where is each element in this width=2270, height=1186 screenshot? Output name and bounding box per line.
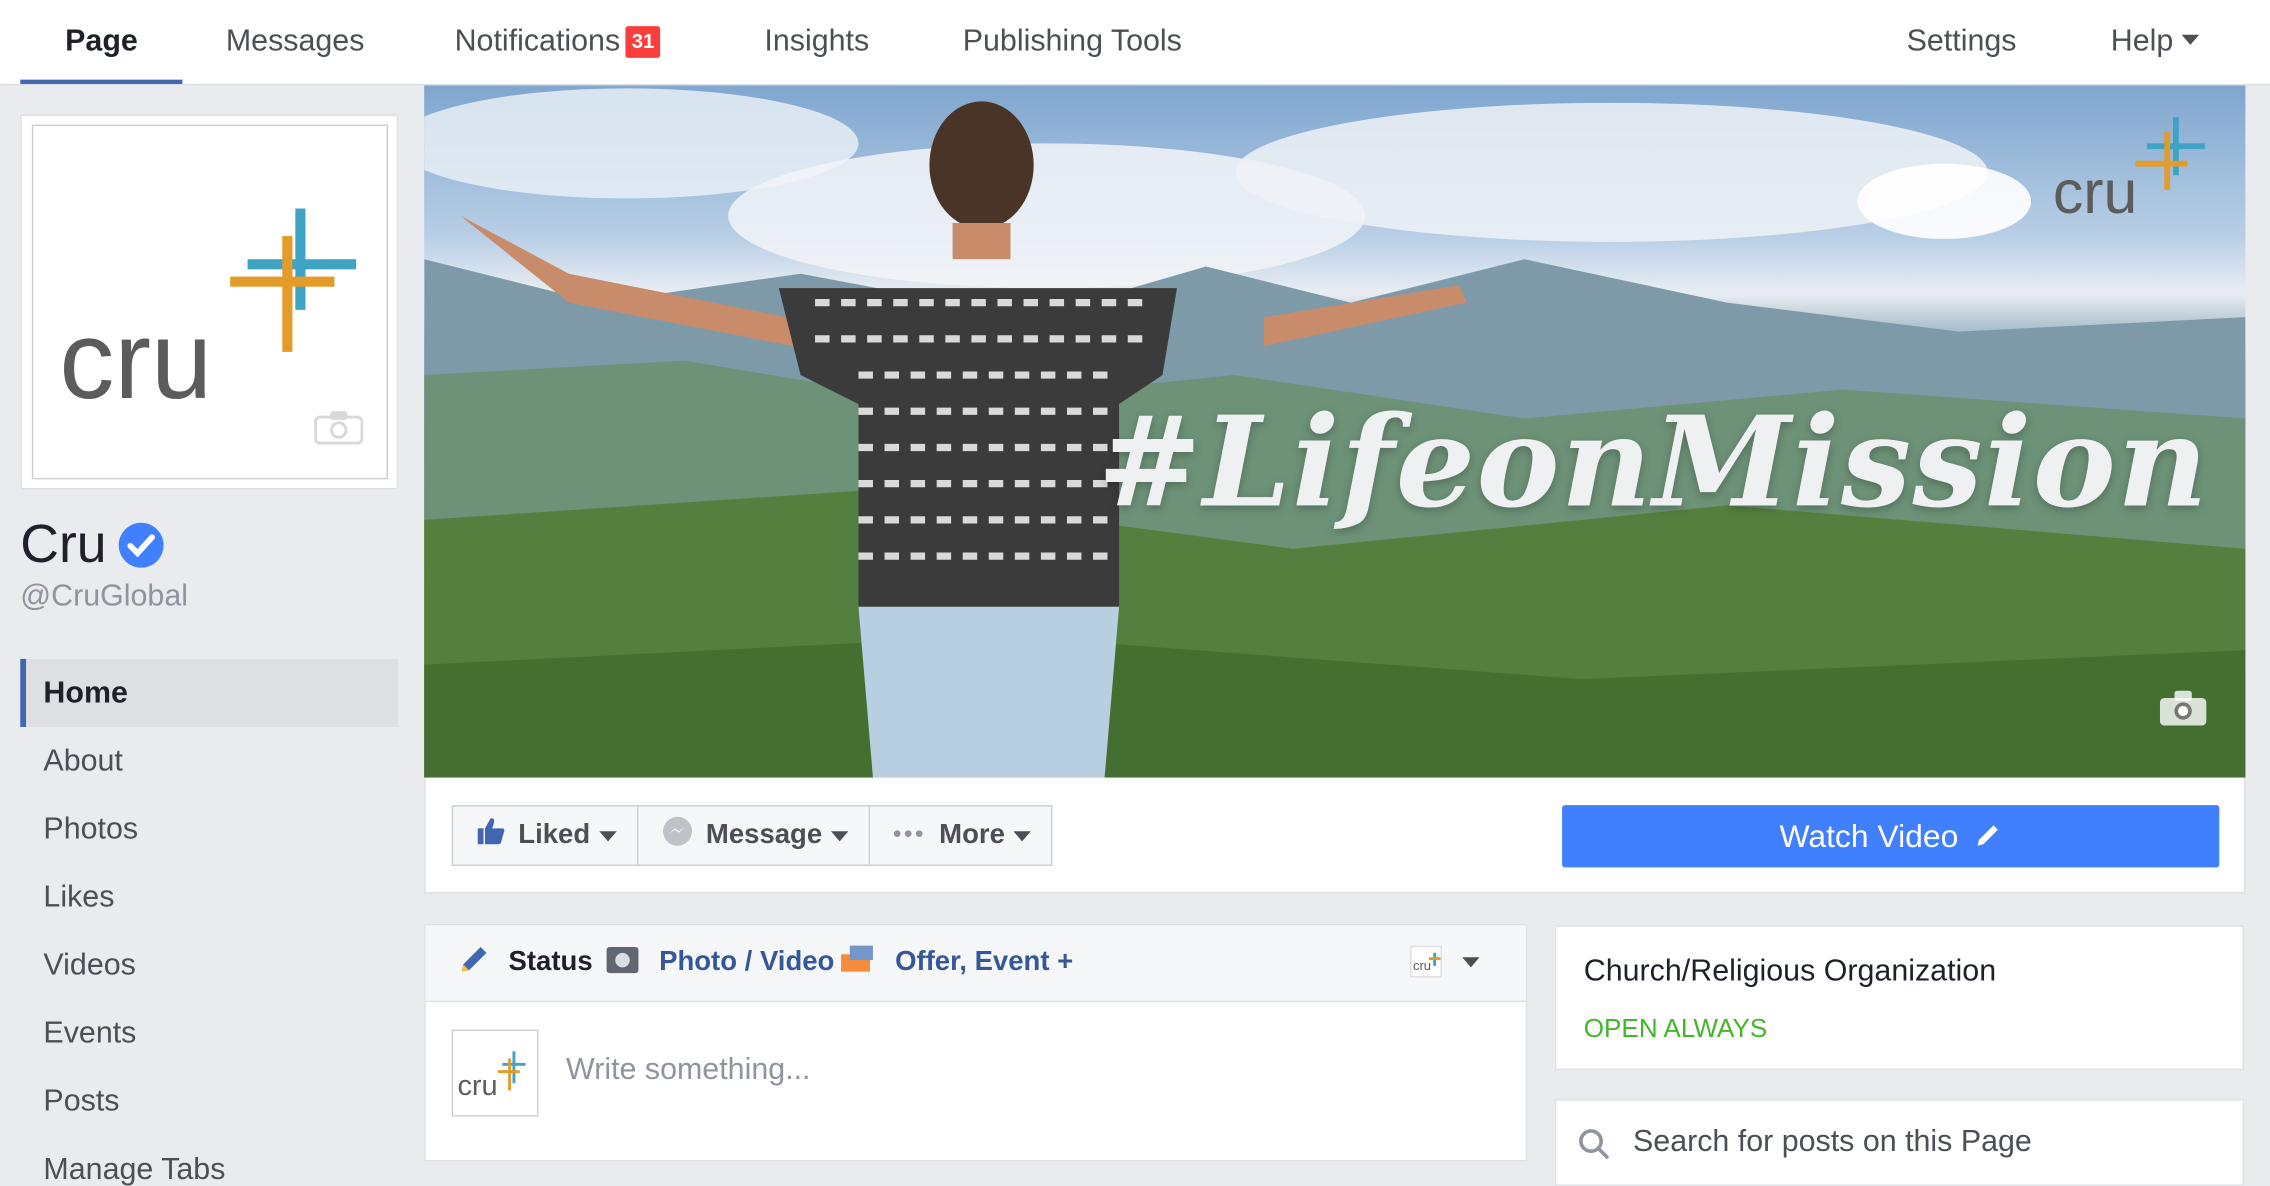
svg-text:cru: cru — [2053, 158, 2137, 226]
top-navigation: Page Messages Notifications 31 Insights P… — [0, 0, 2270, 86]
page-action-bar: Liked Message ••• More Watch Video — [424, 777, 2246, 894]
camera-icon[interactable] — [314, 410, 364, 452]
verified-badge-icon — [118, 522, 164, 568]
tab-offer-event[interactable]: Offer, Event + — [838, 925, 1073, 1000]
svg-text:cru: cru — [457, 1070, 497, 1102]
liked-button[interactable]: Liked — [451, 805, 638, 866]
pencil-icon[interactable] — [1967, 818, 2002, 854]
cover-headline: #LifeonMission — [1097, 389, 2210, 536]
tab-status[interactable]: Status — [457, 925, 593, 1000]
page-title[interactable]: Cru — [20, 514, 106, 575]
sidebar-item-likes[interactable]: Likes — [20, 863, 398, 931]
page-category[interactable]: Church/Religious Organization — [1584, 954, 1996, 989]
page-search-box[interactable]: Search for posts on this Page — [1554, 1099, 2244, 1186]
sidebar-item-events[interactable]: Events — [20, 999, 398, 1067]
profile-logo: cru — [31, 124, 388, 480]
sidebar-item-home[interactable]: Home — [20, 658, 399, 727]
chevron-down-icon — [2181, 34, 2200, 45]
message-button[interactable]: Message — [636, 805, 870, 866]
page-root: Page Messages Notifications 31 Insights P… — [0, 0, 2270, 1186]
tab-messages[interactable]: Messages — [226, 0, 365, 84]
tab-settings[interactable]: Settings — [1907, 0, 2017, 84]
tab-photo-video[interactable]: Photo / Video — [605, 925, 834, 1000]
watch-video-button[interactable]: Watch Video — [1562, 805, 2220, 868]
cover-photo[interactable]: cru #LifeonMission — [424, 85, 2246, 778]
sidebar-item-manage-tabs[interactable]: Manage Tabs — [20, 1135, 398, 1186]
thumbs-up-icon — [476, 817, 505, 855]
search-icon — [1578, 1128, 1610, 1167]
more-button[interactable]: ••• More — [868, 805, 1053, 866]
chevron-down-icon — [1013, 830, 1031, 841]
tab-notifications[interactable]: Notifications 31 — [455, 0, 661, 84]
sidebar-item-videos[interactable]: Videos — [20, 931, 398, 999]
messenger-icon — [661, 815, 693, 856]
sidebar-item-about[interactable]: About — [20, 727, 398, 795]
profile-picture[interactable]: cru — [20, 114, 399, 490]
composer-input[interactable]: Write something... — [566, 1053, 810, 1088]
camera-icon[interactable] — [2159, 689, 2208, 734]
sidebar-item-posts[interactable]: Posts — [20, 1067, 398, 1135]
more-dots-icon: ••• — [893, 822, 927, 848]
tab-insights[interactable]: Insights — [764, 0, 869, 84]
svg-text:cru: cru — [59, 299, 212, 422]
chevron-down-icon[interactable] — [1462, 957, 1480, 968]
chevron-down-icon — [830, 830, 849, 841]
page-info-card: Church/Religious Organization OPEN ALWAY… — [1554, 925, 2244, 1071]
tab-publishing-tools[interactable]: Publishing Tools — [963, 0, 1182, 84]
post-as-avatar-icon[interactable]: cru — [1410, 945, 1442, 978]
camera-icon — [605, 947, 659, 977]
page-handle[interactable]: @CruGlobal — [20, 579, 188, 614]
svg-text:cru: cru — [1413, 958, 1431, 973]
sidebar-item-photos[interactable]: Photos — [20, 795, 398, 863]
offer-event-icon — [838, 945, 895, 977]
search-input[interactable]: Search for posts on this Page — [1633, 1125, 2032, 1160]
tab-page[interactable]: Page — [20, 0, 184, 84]
open-status: OPEN ALWAYS — [1583, 1013, 1768, 1043]
pencil-icon — [457, 947, 508, 977]
composer-tabs: Status Photo / Video Offer, Event + cru — [425, 925, 1526, 1003]
notifications-badge: 31 — [625, 26, 661, 58]
action-button-group: Liked Message ••• More — [451, 805, 1053, 866]
help-menu[interactable]: Help — [2111, 0, 2200, 84]
chevron-down-icon — [598, 830, 617, 841]
sidebar-nav: Home About Photos Likes Videos Events Po… — [20, 658, 399, 1186]
post-composer: Status Photo / Video Offer, Event + cru — [424, 923, 1528, 1162]
avatar: cru — [451, 1029, 539, 1117]
